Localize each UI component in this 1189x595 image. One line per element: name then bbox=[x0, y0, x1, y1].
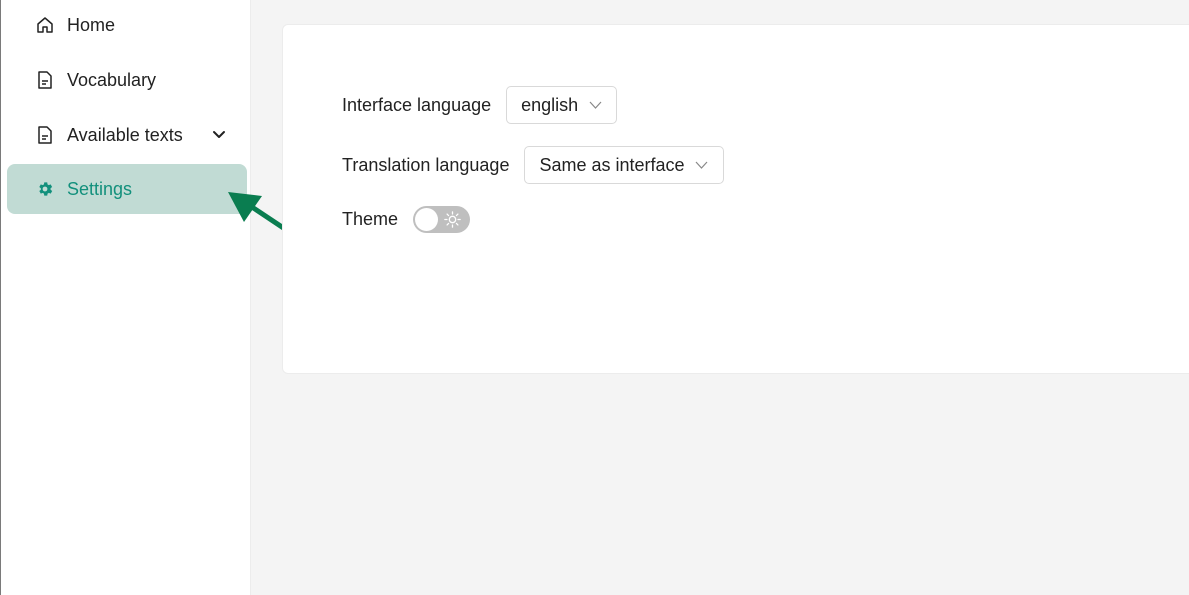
translation-language-value: Same as interface bbox=[539, 154, 685, 175]
interface-language-label: Interface language bbox=[342, 94, 492, 115]
theme-label: Theme bbox=[342, 209, 399, 229]
sidebar-item-vocabulary[interactable]: Vocabulary bbox=[7, 55, 247, 105]
document-icon bbox=[35, 125, 55, 145]
interface-language-value: english bbox=[521, 94, 579, 115]
theme-row: Theme bbox=[342, 206, 471, 233]
toggle-knob bbox=[415, 208, 439, 231]
translation-language-row: Translation language Same as interface bbox=[342, 146, 724, 184]
interface-language-row: Interface language english bbox=[342, 86, 618, 124]
translation-language-select[interactable]: Same as interface bbox=[524, 146, 724, 184]
translation-language-label: Translation language bbox=[342, 154, 510, 175]
sidebar-item-available-texts[interactable]: Available texts bbox=[7, 110, 247, 160]
sidebar-item-label: Home bbox=[67, 14, 116, 35]
theme-toggle[interactable] bbox=[413, 206, 471, 233]
chevron-down-icon bbox=[695, 160, 709, 170]
sidebar-item-label: Settings bbox=[67, 178, 133, 199]
sidebar: Home Vocabulary Available texts Settings bbox=[0, 0, 251, 595]
sun-icon bbox=[444, 211, 461, 228]
sidebar-item-label: Available texts bbox=[67, 124, 183, 145]
chevron-down-icon bbox=[588, 100, 602, 110]
sidebar-item-label: Vocabulary bbox=[67, 69, 157, 90]
settings-panel: Interface language english Translation l… bbox=[282, 24, 1189, 374]
home-icon bbox=[35, 15, 55, 35]
sidebar-item-settings[interactable]: Settings bbox=[7, 164, 247, 214]
chevron-down-icon[interactable] bbox=[211, 127, 227, 143]
document-icon bbox=[35, 70, 55, 90]
gear-icon bbox=[35, 179, 55, 199]
interface-language-select[interactable]: english bbox=[506, 86, 618, 124]
sidebar-item-home[interactable]: Home bbox=[7, 0, 247, 50]
